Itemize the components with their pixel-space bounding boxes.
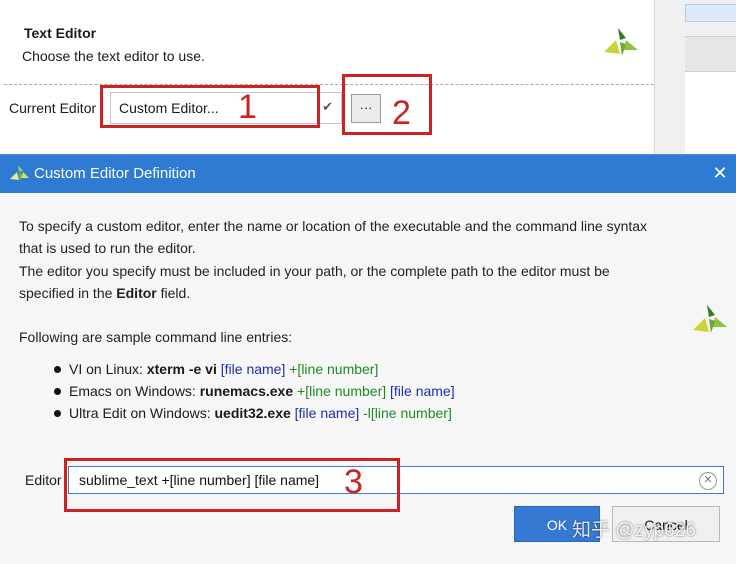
section-subtitle: Choose the text editor to use.	[22, 48, 205, 64]
background-window-header	[685, 36, 736, 72]
background-window-content	[685, 72, 736, 156]
sample-prefix: Ultra Edit on Windows:	[69, 405, 215, 421]
dialog-title: Custom Editor Definition	[34, 165, 196, 182]
list-item: Ultra Edit on Windows: uedit32.exe [file…	[54, 402, 455, 424]
xilinx-logo-icon	[10, 165, 29, 181]
sample-arg: [file name]	[386, 383, 455, 399]
list-item: VI on Linux: xterm -e vi [file name] +[l…	[54, 358, 455, 380]
description-text: specified in the	[19, 285, 117, 301]
watermark: 知乎 @zyp626	[572, 520, 696, 541]
background-window-tab	[685, 4, 736, 22]
sample-arg: +[line number]	[293, 383, 387, 399]
sample-arg: [file name]	[290, 405, 360, 421]
sample-command: xterm -e vi	[146, 361, 217, 377]
description-line: specified in the Editor field.	[19, 282, 190, 304]
dialog-titlebar[interactable]: Custom Editor Definition ✕	[0, 155, 736, 193]
sample-list: VI on Linux: xterm -e vi [file name] +[l…	[54, 358, 455, 424]
description-bold: Editor	[116, 285, 157, 301]
description-text: field.	[156, 285, 191, 301]
current-editor-label: Current Editor	[9, 100, 97, 116]
section-title: Text Editor	[24, 25, 97, 41]
sample-arg: -l[line number]	[359, 405, 452, 421]
sample-arg: +[line number]	[285, 361, 379, 377]
list-item: Emacs on Windows: runemacs.exe +[line nu…	[54, 380, 455, 402]
sample-command: uedit32.exe	[214, 405, 291, 421]
xilinx-logo-icon	[604, 28, 638, 56]
xilinx-logo-icon	[693, 305, 727, 333]
bullet-icon	[54, 409, 61, 417]
annotation-number-2: 2	[392, 94, 411, 132]
chevron-down-icon[interactable]: ✔	[322, 99, 333, 115]
annotation-number-3: 3	[344, 463, 363, 501]
close-icon[interactable]: ✕	[708, 160, 732, 186]
annotation-number-1: 1	[238, 88, 257, 126]
sample-arg: [file name]	[216, 361, 286, 377]
description-line: To specify a custom editor, enter the na…	[19, 218, 648, 234]
annotation-box-2	[342, 74, 432, 135]
sample-prefix: VI on Linux:	[69, 361, 147, 377]
annotation-box-1	[100, 85, 320, 128]
bullet-icon	[54, 365, 61, 373]
bullet-icon	[54, 387, 61, 395]
background-window-edge	[654, 0, 736, 156]
description-line: that is used to run the editor.	[19, 240, 196, 256]
sample-heading: Following are sample command line entrie…	[19, 329, 293, 345]
sample-prefix: Emacs on Windows:	[69, 383, 200, 399]
sample-command: runemacs.exe	[199, 383, 294, 399]
editor-label: Editor	[25, 472, 62, 488]
description-line: The editor you specify must be included …	[19, 263, 610, 279]
clear-icon[interactable]: ✕	[699, 472, 717, 490]
